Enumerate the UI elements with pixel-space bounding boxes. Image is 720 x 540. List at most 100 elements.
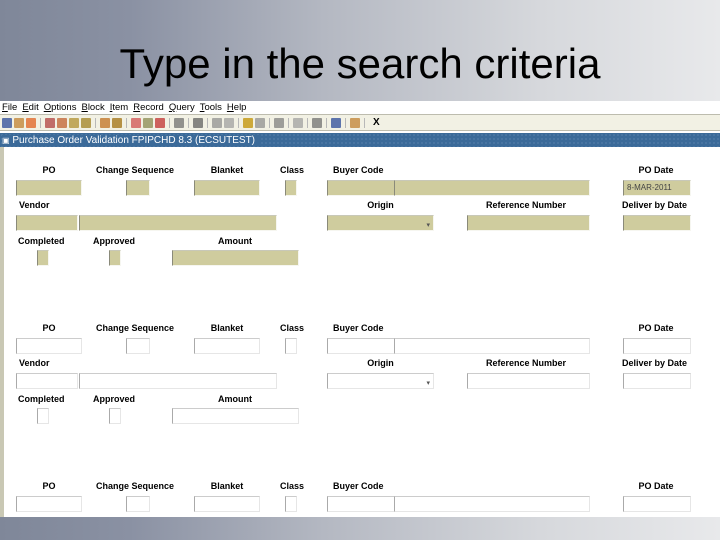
label-buyer-code: Buyer Code — [333, 323, 384, 333]
cancel-query-icon[interactable] — [155, 117, 165, 128]
menu-help[interactable]: Help — [227, 102, 247, 113]
prev-record-icon[interactable] — [69, 117, 79, 128]
chevron-down-icon[interactable]: ▾ — [426, 219, 430, 230]
online-help-icon[interactable] — [331, 117, 341, 128]
toolbar-separator — [207, 117, 208, 128]
buyer-code-field[interactable] — [327, 338, 395, 354]
menu-options[interactable]: Options — [44, 102, 77, 113]
next-block-icon[interactable] — [57, 117, 67, 128]
class-field[interactable] — [285, 338, 297, 354]
label-class: Class — [280, 323, 305, 333]
label-change-sequence: Change Sequence — [96, 481, 175, 491]
approved-checkbox[interactable] — [109, 250, 121, 266]
attachment-icon[interactable] — [174, 117, 184, 128]
buyer-code-field[interactable] — [327, 496, 395, 512]
related-icon[interactable] — [293, 117, 303, 128]
form-area: PO Change Sequence Blanket Class Buyer Code P… — [0, 147, 720, 517]
buyer-name-field[interactable] — [394, 496, 590, 512]
po-field[interactable] — [16, 496, 82, 512]
label-amount: Amount — [218, 394, 252, 404]
class-field[interactable] — [285, 496, 297, 512]
label-po: PO — [42, 481, 56, 491]
exit-button[interactable]: X — [373, 117, 380, 128]
label-vendor: Vendor — [19, 200, 50, 210]
toolbar-separator — [169, 117, 170, 128]
origin-dropdown[interactable]: ▾ — [327, 215, 434, 231]
toolbar-separator — [40, 117, 41, 128]
blanket-field[interactable] — [194, 338, 260, 354]
prev-block-icon[interactable] — [45, 117, 55, 128]
class-field[interactable] — [285, 180, 297, 196]
label-completed: Completed — [18, 394, 65, 404]
amount-field[interactable] — [172, 250, 299, 266]
export-icon[interactable] — [243, 117, 253, 128]
vendor-name-field[interactable] — [79, 215, 277, 231]
reference-number-field[interactable] — [467, 373, 590, 389]
deliver-by-date-field[interactable] — [623, 373, 691, 389]
chevron-down-icon[interactable]: ▾ — [426, 377, 430, 388]
change-sequence-field[interactable] — [126, 180, 150, 196]
item-prop-icon[interactable] — [212, 117, 222, 128]
label-completed: Completed — [18, 236, 65, 246]
menu-record[interactable]: Record — [133, 102, 164, 113]
execute-query-icon[interactable] — [143, 117, 153, 128]
menu-query[interactable]: Query — [169, 102, 195, 113]
next-record-icon[interactable] — [81, 117, 91, 128]
po-date-field[interactable] — [623, 338, 691, 354]
options-icon[interactable] — [274, 117, 284, 128]
origin-dropdown[interactable]: ▾ — [327, 373, 434, 389]
blanket-field[interactable] — [194, 180, 260, 196]
vendor-id-field[interactable] — [16, 373, 78, 389]
label-reference-number: Reference Number — [486, 358, 567, 368]
po-date-field[interactable]: 8-MAR-2011 — [623, 180, 691, 196]
toolbar-separator — [188, 117, 189, 128]
toolbar-separator — [307, 117, 308, 128]
completed-checkbox[interactable] — [37, 250, 49, 266]
menu-edit[interactable]: Edit — [22, 102, 38, 113]
print-report-icon[interactable] — [26, 117, 36, 128]
amount-field[interactable] — [172, 408, 299, 424]
buyer-name-field[interactable] — [394, 180, 590, 196]
save-icon[interactable] — [2, 117, 12, 128]
dynamic-help-icon[interactable] — [350, 117, 360, 128]
rollback-icon[interactable] — [14, 117, 24, 128]
toolbar: X — [0, 114, 720, 131]
label-amount: Amount — [218, 236, 252, 246]
buyer-name-field[interactable] — [394, 338, 590, 354]
toolbar-separator — [95, 117, 96, 128]
label-reference-number: Reference Number — [486, 200, 567, 210]
print-icon[interactable] — [193, 117, 203, 128]
remove-record-icon[interactable] — [112, 117, 122, 128]
menu-item[interactable]: Item — [110, 102, 128, 113]
change-sequence-field[interactable] — [126, 496, 150, 512]
label-po: PO — [42, 165, 56, 175]
enter-query-icon[interactable] — [131, 117, 141, 128]
menu-file[interactable]: File — [2, 102, 17, 113]
change-sequence-field[interactable] — [126, 338, 150, 354]
label-approved: Approved — [93, 236, 136, 246]
completed-checkbox[interactable] — [37, 408, 49, 424]
po-date-field[interactable] — [623, 496, 691, 512]
po-field[interactable] — [16, 338, 82, 354]
approved-checkbox[interactable] — [109, 408, 121, 424]
label-blanket: Blanket — [210, 323, 244, 333]
reference-number-field[interactable] — [467, 215, 590, 231]
notify-icon[interactable] — [312, 117, 322, 128]
form-icon: ▣ — [2, 135, 10, 145]
label-class: Class — [280, 481, 305, 491]
label-deliver-by-date: Deliver by Date — [622, 358, 688, 368]
menu-block[interactable]: Block — [81, 102, 104, 113]
vendor-name-field[interactable] — [79, 373, 277, 389]
po-field[interactable] — [16, 180, 82, 196]
import-icon[interactable] — [255, 117, 265, 128]
menu-tools[interactable]: Tools — [200, 102, 222, 113]
label-blanket: Blanket — [210, 165, 244, 175]
vendor-id-field[interactable] — [16, 215, 78, 231]
help-item-icon[interactable] — [224, 117, 234, 128]
insert-record-icon[interactable] — [100, 117, 110, 128]
toolbar-separator — [345, 117, 346, 128]
deliver-by-date-field[interactable] — [623, 215, 691, 231]
label-buyer-code: Buyer Code — [333, 165, 384, 175]
blanket-field[interactable] — [194, 496, 260, 512]
buyer-code-field[interactable] — [327, 180, 395, 196]
